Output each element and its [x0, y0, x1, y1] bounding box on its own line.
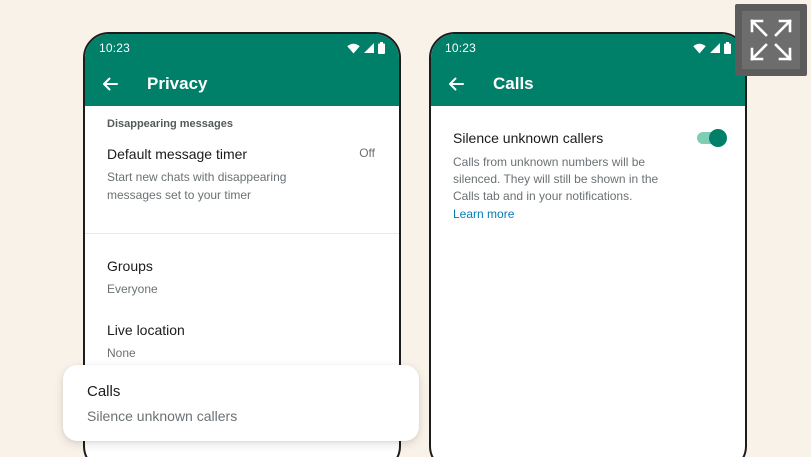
wifi-icon: [693, 43, 706, 53]
status-time: 10:23: [99, 41, 131, 55]
calls-app-bar: 10:23 Calls: [431, 34, 745, 106]
back-arrow-icon[interactable]: [447, 75, 465, 93]
default-message-timer-row[interactable]: Default message timer Off Start new chat…: [85, 138, 399, 233]
groups-value: Everyone: [107, 282, 158, 296]
page-title: Privacy: [147, 74, 208, 93]
privacy-toolbar: Privacy: [85, 62, 399, 106]
battery-icon: [378, 42, 385, 54]
page-title: Calls: [493, 74, 534, 93]
timer-title: Default message timer: [107, 146, 248, 162]
status-icons: [693, 42, 731, 54]
timer-value: Off: [359, 146, 375, 160]
battery-icon: [724, 42, 731, 54]
live-location-row[interactable]: Live location None: [85, 302, 399, 372]
privacy-app-bar: 10:23 Privacy: [85, 34, 399, 106]
toggle-thumb: [709, 129, 727, 147]
wifi-icon: [347, 43, 360, 53]
silence-unknown-callers-toggle[interactable]: [695, 129, 727, 147]
signal-icon: [710, 43, 720, 53]
stage: 10:23 Privacy Disappearing messages Defa…: [0, 0, 811, 457]
status-time: 10:23: [445, 41, 477, 55]
live-location-title: Live location: [107, 322, 185, 338]
groups-row[interactable]: Groups Everyone: [85, 234, 399, 302]
setting-title: Silence unknown callers: [453, 130, 604, 146]
back-arrow-icon[interactable]: [101, 75, 119, 93]
section-header-disappearing: Disappearing messages: [107, 118, 233, 130]
expand-icon: [750, 19, 792, 61]
status-icons: [347, 42, 385, 54]
calls-highlight-card[interactable]: Calls Silence unknown callers: [63, 365, 419, 441]
live-location-value: None: [107, 346, 136, 360]
status-bar: 10:23: [85, 34, 399, 62]
calls-card-title: Calls: [87, 383, 121, 400]
expand-button[interactable]: [735, 4, 807, 76]
calls-card-subtitle: Silence unknown callers: [87, 408, 238, 424]
groups-title: Groups: [107, 258, 153, 274]
setting-description: Calls from unknown numbers will be silen…: [453, 155, 659, 203]
timer-description: Start new chats with disappearing messag…: [107, 170, 287, 202]
signal-icon: [364, 43, 374, 53]
learn-more-link[interactable]: Learn more: [453, 207, 514, 221]
calls-phone: 10:23 Calls Silence unknown callers Call…: [429, 32, 747, 457]
silence-unknown-callers-setting: Silence unknown callers Calls from unkno…: [431, 106, 745, 223]
calls-toolbar: Calls: [431, 62, 745, 106]
status-bar: 10:23: [431, 34, 745, 62]
expand-button-inner: [742, 11, 800, 69]
